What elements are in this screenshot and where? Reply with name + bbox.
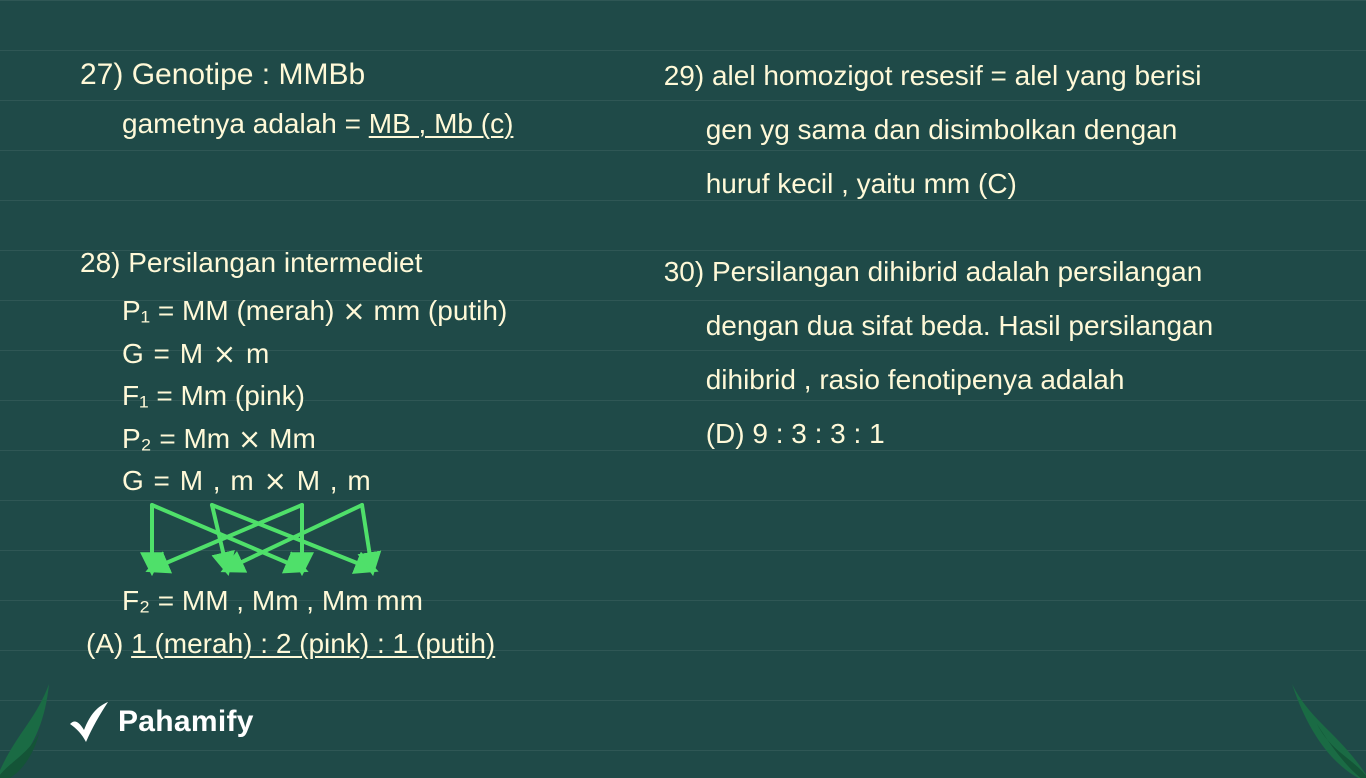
q28-title: 28) Persilangan intermediet bbox=[80, 245, 634, 281]
q27-line2-answer: MB , Mb (c) bbox=[369, 108, 514, 139]
brand-name: Pahamify bbox=[118, 705, 254, 739]
checkmark-icon bbox=[66, 700, 110, 744]
q28-f2: F₂ = MM , Mm , Mm mm bbox=[80, 583, 634, 619]
q28-answer-ratio: 1 (merah) : 2 (pink) : 1 (putih) bbox=[131, 628, 495, 659]
q30-line2: dengan dua sifat beda. Hasil persilangan bbox=[664, 305, 1280, 347]
q30-line4: (D) 9 : 3 : 3 : 1 bbox=[664, 413, 1280, 455]
q28-f1: F₁ = Mm (pink) bbox=[80, 378, 634, 414]
q28-p2: P₂ = Mm ⨯ Mm bbox=[80, 421, 634, 457]
q29-line3: huruf kecil , yaitu mm (C) bbox=[664, 163, 1280, 205]
q29-line1: 29) alel homozigot resesif = alel yang b… bbox=[664, 55, 1280, 97]
q27-line2: gametnya adalah = MB , Mb (c) bbox=[80, 106, 634, 142]
q29-line2: gen yg sama dan disimbolkan dengan bbox=[664, 109, 1280, 151]
q27-line2-pre: gametnya adalah = bbox=[122, 108, 369, 139]
q28-g2: G = M , m ⨯ M , m bbox=[80, 463, 634, 499]
q27-line1: 27) Genotipe : MMBb bbox=[80, 55, 634, 94]
brand-logo: Pahamify bbox=[66, 700, 254, 744]
q28-answer: (A) 1 (merah) : 2 (pink) : 1 (putih) bbox=[80, 626, 634, 662]
q30-line1: 30) Persilangan dihibrid adalah persilan… bbox=[664, 251, 1280, 293]
q28-g1: G = M ⨯ m bbox=[80, 336, 634, 372]
q28-answer-pre: (A) bbox=[86, 628, 131, 659]
q28-p1: P₁ = MM (merah) ⨯ mm (putih) bbox=[80, 293, 634, 329]
q30-line3: dihibrid , rasio fenotipenya adalah bbox=[664, 359, 1280, 401]
punnett-cross-arrows bbox=[132, 499, 392, 579]
handwritten-content: 27) Genotipe : MMBb gametnya adalah = MB… bbox=[80, 55, 1280, 674]
